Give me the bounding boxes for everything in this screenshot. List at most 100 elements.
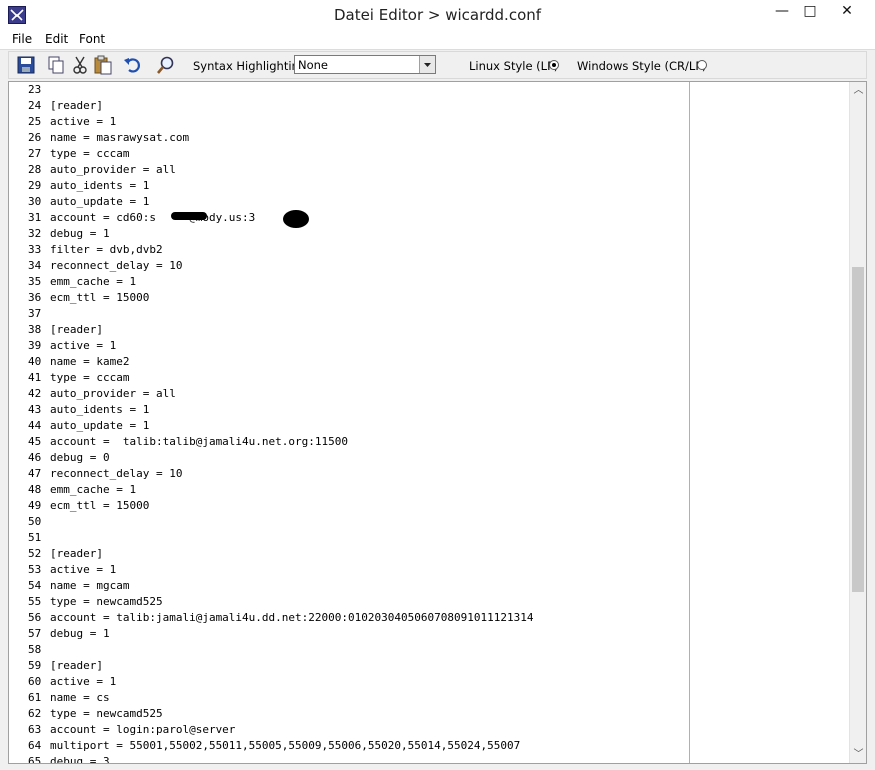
syntax-highlighting-select[interactable]: None <box>294 55 436 74</box>
code-line[interactable]: 27 type = cccam <box>9 147 849 163</box>
maximize-button[interactable]: □ <box>794 0 826 26</box>
cut-icon[interactable] <box>69 54 91 76</box>
code-line[interactable]: 44 auto_update = 1 <box>9 419 849 435</box>
code-line[interactable]: 55 type = newcamd525 <box>9 595 849 611</box>
code-line[interactable]: 35 emm_cache = 1 <box>9 275 849 291</box>
vertical-scrollbar[interactable]: ︿ ﹀ <box>849 82 866 763</box>
line-text[interactable]: auto_provider = all <box>50 387 176 400</box>
line-text[interactable]: active = 1 <box>50 563 116 576</box>
line-text[interactable]: auto_provider = all <box>50 163 176 176</box>
close-button[interactable]: ✕ <box>831 0 863 26</box>
line-text[interactable]: emm_cache = 1 <box>50 483 136 496</box>
code-line[interactable]: 23 <box>9 83 849 99</box>
line-text[interactable]: filter = dvb,dvb2 <box>50 243 163 256</box>
line-text[interactable]: auto_update = 1 <box>50 419 149 432</box>
line-text[interactable]: active = 1 <box>50 339 116 352</box>
code-line[interactable]: 47 reconnect_delay = 10 <box>9 467 849 483</box>
line-text[interactable]: name = masrawysat.com <box>50 131 189 144</box>
line-text[interactable]: [reader] <box>50 99 103 112</box>
code-line[interactable]: 58 <box>9 643 849 659</box>
code-line[interactable]: 57 debug = 1 <box>9 627 849 643</box>
line-text[interactable]: type = newcamd525 <box>50 707 163 720</box>
line-text[interactable]: account = talib:talib@jamali4u.net.org:1… <box>50 435 348 448</box>
code-line[interactable]: 60 active = 1 <box>9 675 849 691</box>
menu-edit[interactable]: Edit <box>45 32 68 46</box>
line-text[interactable]: auto_update = 1 <box>50 195 149 208</box>
code-line[interactable]: 49 ecm_ttl = 15000 <box>9 499 849 515</box>
line-text[interactable]: auto_idents = 1 <box>50 179 149 192</box>
line-text[interactable]: active = 1 <box>50 115 116 128</box>
code-line[interactable]: 53 active = 1 <box>9 563 849 579</box>
code-line[interactable]: 65 debug = 3 <box>9 755 849 763</box>
code-line[interactable]: 62 type = newcamd525 <box>9 707 849 723</box>
copy-icon[interactable] <box>45 54 67 76</box>
code-line[interactable]: 54 name = mgcam <box>9 579 849 595</box>
code-line[interactable]: 46 debug = 0 <box>9 451 849 467</box>
line-text[interactable]: multiport = 55001,55002,55011,55005,5500… <box>50 739 520 752</box>
code-line[interactable]: 42 auto_provider = all <box>9 387 849 403</box>
chevron-down-icon[interactable] <box>419 56 435 73</box>
line-text[interactable]: emm_cache = 1 <box>50 275 136 288</box>
code-line[interactable]: 45 account = talib:talib@jamali4u.net.org… <box>9 435 849 451</box>
code-line[interactable]: 50 <box>9 515 849 531</box>
code-line[interactable]: 30 auto_update = 1 <box>9 195 849 211</box>
line-text[interactable]: ecm_ttl = 15000 <box>50 291 149 304</box>
code-line[interactable]: 41 type = cccam <box>9 371 849 387</box>
line-text[interactable]: reconnect_delay = 10 <box>50 467 182 480</box>
code-line[interactable]: 63 account = login:parol@server <box>9 723 849 739</box>
scroll-up-button[interactable]: ︿ <box>850 82 866 99</box>
save-icon[interactable] <box>15 54 37 76</box>
windows-style-radio[interactable] <box>697 60 707 70</box>
code-line[interactable]: 43 auto_idents = 1 <box>9 403 849 419</box>
code-line[interactable]: 33 filter = dvb,dvb2 <box>9 243 849 259</box>
code-line[interactable]: 48 emm_cache = 1 <box>9 483 849 499</box>
line-text[interactable]: name = mgcam <box>50 579 129 592</box>
line-text[interactable]: type = newcamd525 <box>50 595 163 608</box>
code-line[interactable]: 26 name = masrawysat.com <box>9 131 849 147</box>
line-text[interactable]: [reader] <box>50 547 103 560</box>
line-text[interactable]: [reader] <box>50 659 103 672</box>
line-text[interactable]: debug = 1 <box>50 627 110 640</box>
code-line[interactable]: 25 active = 1 <box>9 115 849 131</box>
line-text[interactable]: active = 1 <box>50 675 116 688</box>
line-text[interactable]: name = kame2 <box>50 355 129 368</box>
code-line[interactable]: 40 name = kame2 <box>9 355 849 371</box>
line-text[interactable]: auto_idents = 1 <box>50 403 149 416</box>
code-line[interactable]: 52 [reader] <box>9 547 849 563</box>
undo-icon[interactable] <box>122 54 144 76</box>
line-text[interactable]: reconnect_delay = 10 <box>50 259 182 272</box>
line-text[interactable]: account = cd60:s @mody.us:3 <box>50 211 255 224</box>
code-line[interactable]: 28 auto_provider = all <box>9 163 849 179</box>
code-line[interactable]: 38 [reader] <box>9 323 849 339</box>
linux-style-radio[interactable] <box>549 60 559 70</box>
code-line[interactable]: 56 account = talib:jamali@jamali4u.dd.net… <box>9 611 849 627</box>
paste-icon[interactable] <box>92 54 114 76</box>
text-editor[interactable]: 23 24 [reader] 25 active = 1 26 name = masrawy… <box>8 81 867 764</box>
code-line[interactable]: 34 reconnect_delay = 10 <box>9 259 849 275</box>
line-text[interactable]: debug = 1 <box>50 227 110 240</box>
code-line[interactable]: 51 <box>9 531 849 547</box>
line-text[interactable]: name = cs <box>50 691 110 704</box>
line-text[interactable]: debug = 3 <box>50 755 110 763</box>
code-line[interactable]: 24 [reader] <box>9 99 849 115</box>
code-line[interactable]: 59 [reader] <box>9 659 849 675</box>
search-icon[interactable] <box>155 54 177 76</box>
code-line[interactable]: 39 active = 1 <box>9 339 849 355</box>
line-text[interactable]: ecm_ttl = 15000 <box>50 499 149 512</box>
scroll-down-button[interactable]: ﹀ <box>850 746 866 763</box>
line-text[interactable]: type = cccam <box>50 147 129 160</box>
code-line[interactable]: 64 multiport = 55001,55002,55011,55005,55… <box>9 739 849 755</box>
line-text[interactable]: debug = 0 <box>50 451 110 464</box>
scrollbar-thumb[interactable] <box>852 267 864 592</box>
line-text[interactable]: account = login:parol@server <box>50 723 235 736</box>
code-line[interactable]: 61 name = cs <box>9 691 849 707</box>
line-text[interactable]: account = talib:jamali@jamali4u.dd.net:2… <box>50 611 533 624</box>
code-line[interactable]: 32 debug = 1 <box>9 227 849 243</box>
code-line[interactable]: 29 auto_idents = 1 <box>9 179 849 195</box>
code-line[interactable]: 36 ecm_ttl = 15000 <box>9 291 849 307</box>
menu-font[interactable]: Font <box>79 32 105 46</box>
line-text[interactable]: type = cccam <box>50 371 129 384</box>
line-text[interactable]: [reader] <box>50 323 103 336</box>
code-line[interactable]: 37 <box>9 307 849 323</box>
code-line[interactable]: 31 account = cd60:s @mody.us:3 <box>9 211 849 227</box>
